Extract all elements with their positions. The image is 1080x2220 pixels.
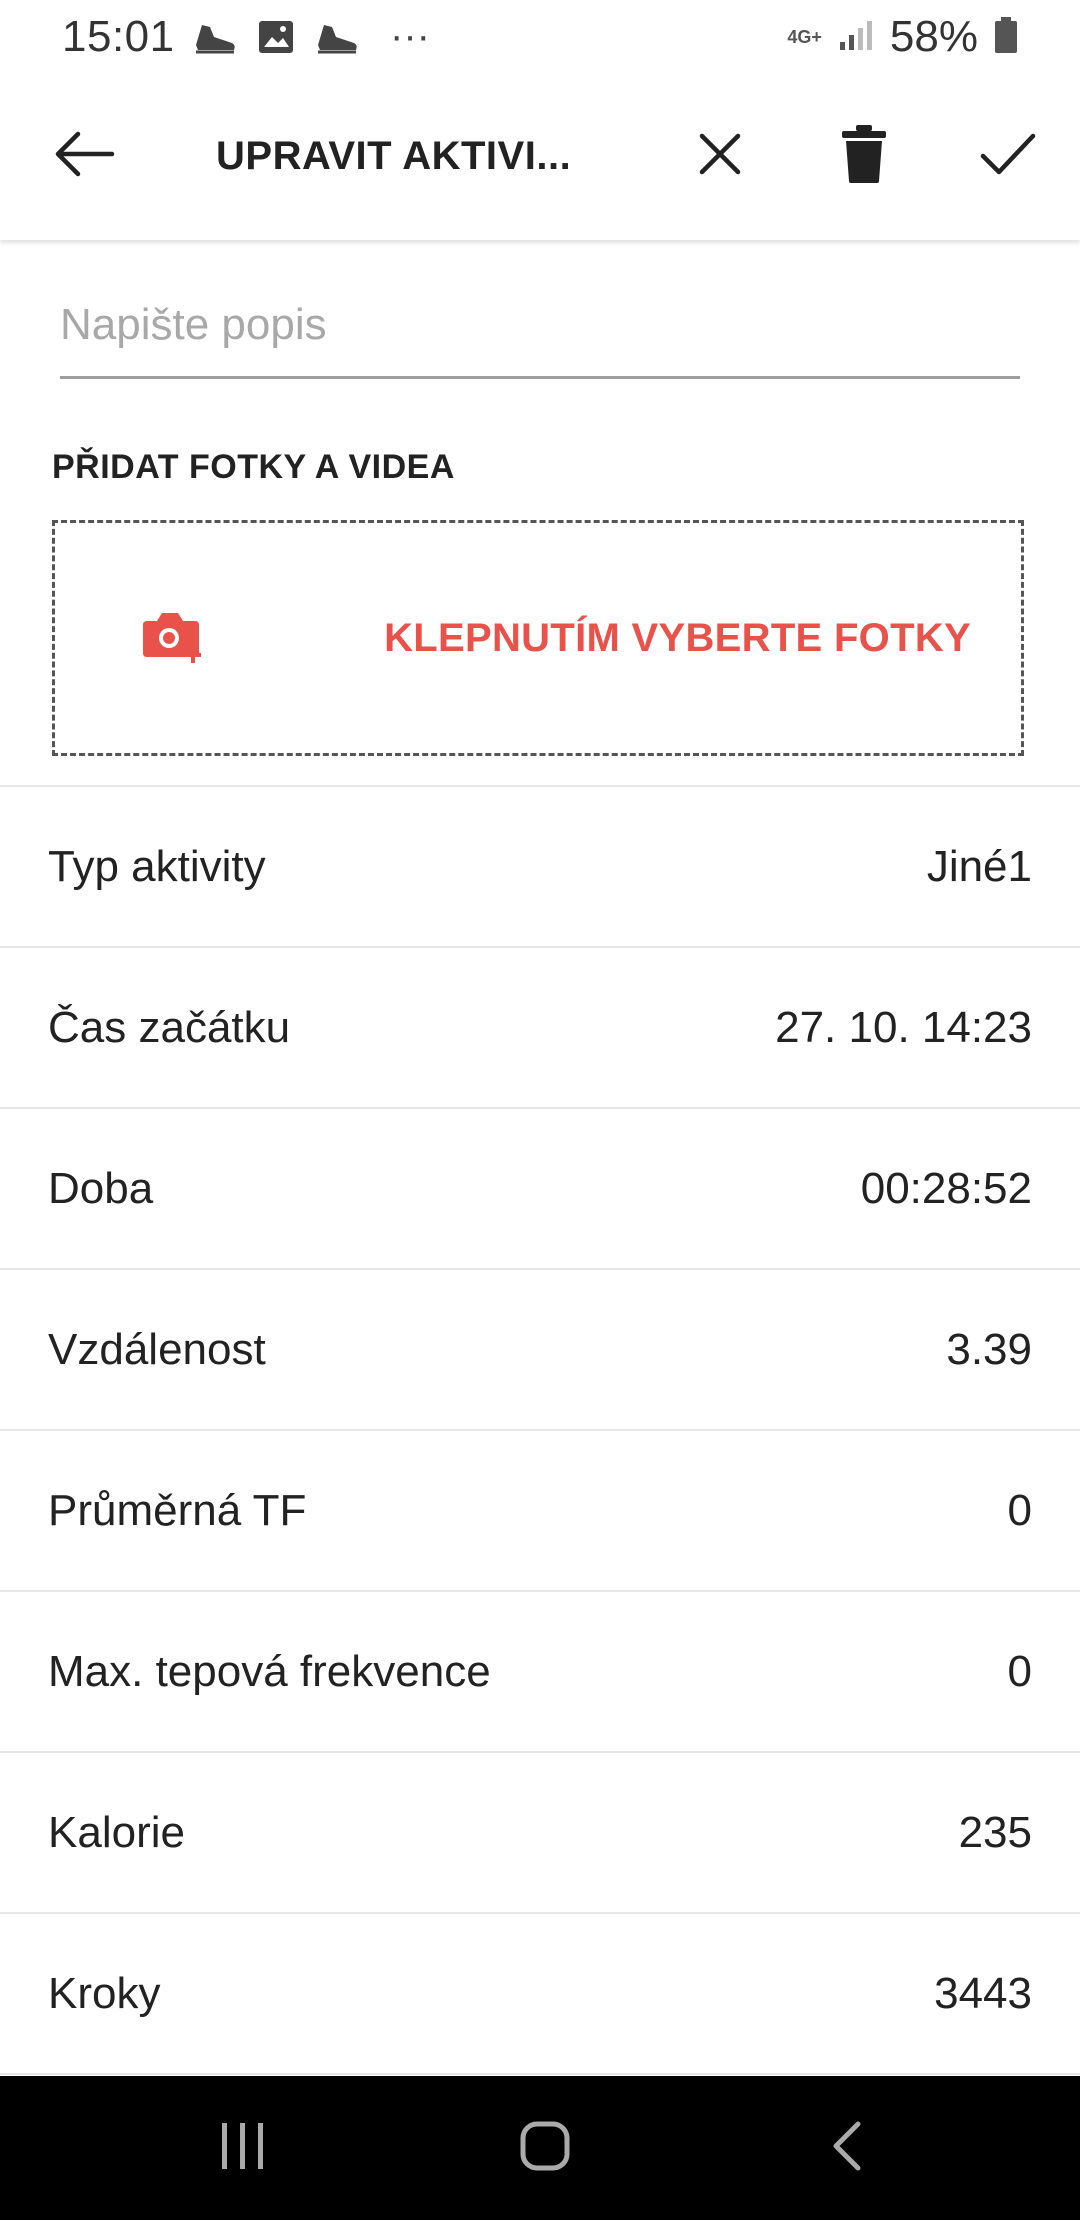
nav-back-button[interactable] bbox=[747, 2076, 947, 2220]
status-bar: 15:01 ··· 4G+ 58% bbox=[0, 0, 1080, 72]
back-button[interactable] bbox=[24, 72, 144, 240]
home-icon bbox=[519, 2120, 571, 2177]
description-field-wrapper bbox=[60, 280, 1020, 379]
page-title: UPRAVIT AKTIVI... bbox=[216, 134, 572, 178]
row-start-time[interactable]: Čas začátku 27. 10. 14:23 bbox=[0, 948, 1080, 1109]
row-label: Kroky bbox=[48, 1969, 161, 2018]
row-average-heart-rate[interactable]: Průměrná TF 0 bbox=[0, 1431, 1080, 1592]
row-activity-type[interactable]: Typ aktivity Jiné1 bbox=[0, 787, 1080, 948]
image-icon bbox=[256, 17, 296, 57]
app-bar: UPRAVIT AKTIVI... bbox=[0, 72, 1080, 240]
notification-icons: ··· bbox=[192, 14, 430, 59]
row-label: Průměrná TF bbox=[48, 1486, 307, 1535]
more-icon: ··· bbox=[390, 14, 430, 58]
system-nav-bar bbox=[0, 2076, 1080, 2220]
media-section-label: PŘIDAT FOTKY A VIDEA bbox=[52, 448, 455, 486]
row-value: Jiné1 bbox=[926, 842, 1032, 891]
row-distance[interactable]: Vzdálenost 3.39 bbox=[0, 1270, 1080, 1431]
home-button[interactable] bbox=[445, 2076, 645, 2220]
battery-icon bbox=[994, 16, 1018, 59]
row-label: Kalorie bbox=[48, 1808, 185, 1857]
row-value: 00:28:52 bbox=[860, 1164, 1032, 1213]
row-duration[interactable]: Doba 00:28:52 bbox=[0, 1109, 1080, 1270]
back-arrow-icon bbox=[52, 130, 116, 183]
row-value: 3443 bbox=[934, 1969, 1032, 2018]
activity-details-list: Typ aktivity Jiné1 Čas začátku 27. 10. 1… bbox=[0, 787, 1080, 2075]
network-icon: 4G+ bbox=[787, 27, 822, 47]
add-photo-icon bbox=[139, 609, 205, 670]
row-value: 0 bbox=[1007, 1486, 1032, 1535]
row-label: Typ aktivity bbox=[48, 842, 266, 891]
battery-percent: 58% bbox=[889, 12, 978, 61]
description-input[interactable] bbox=[60, 280, 1020, 370]
status-time: 15:01 bbox=[62, 12, 175, 61]
save-button[interactable] bbox=[948, 72, 1068, 240]
row-label: Doba bbox=[48, 1164, 154, 1213]
delete-button[interactable] bbox=[804, 72, 924, 240]
recents-button[interactable] bbox=[143, 2076, 343, 2220]
row-value: 0 bbox=[1007, 1647, 1032, 1696]
row-label: Čas začátku bbox=[48, 1003, 291, 1052]
row-value: 235 bbox=[958, 1808, 1032, 1857]
row-steps[interactable]: Kroky 3443 bbox=[0, 1914, 1080, 2075]
add-photos-label: KLEPNUTÍM VYBERTE FOTKY bbox=[384, 616, 971, 660]
back-icon bbox=[830, 2120, 864, 2177]
close-icon bbox=[698, 132, 742, 181]
discard-button[interactable] bbox=[660, 72, 780, 240]
system-icons: 4G+ 58% bbox=[787, 12, 1018, 62]
row-max-heart-rate[interactable]: Max. tepová frekvence 0 bbox=[0, 1592, 1080, 1753]
shoe-icon bbox=[192, 17, 238, 57]
signal-icon bbox=[838, 18, 874, 57]
row-value: 27. 10. 14:23 bbox=[775, 1003, 1032, 1052]
row-value: 3.39 bbox=[946, 1325, 1032, 1374]
row-label: Vzdálenost bbox=[48, 1325, 266, 1374]
trash-icon bbox=[842, 124, 886, 188]
row-calories[interactable]: Kalorie 235 bbox=[0, 1753, 1080, 1914]
row-label: Max. tepová frekvence bbox=[48, 1647, 491, 1696]
check-icon bbox=[980, 132, 1036, 181]
add-photos-button[interactable]: KLEPNUTÍM VYBERTE FOTKY bbox=[52, 520, 1024, 756]
shoe-icon bbox=[314, 17, 360, 57]
recents-icon bbox=[220, 2121, 266, 2176]
